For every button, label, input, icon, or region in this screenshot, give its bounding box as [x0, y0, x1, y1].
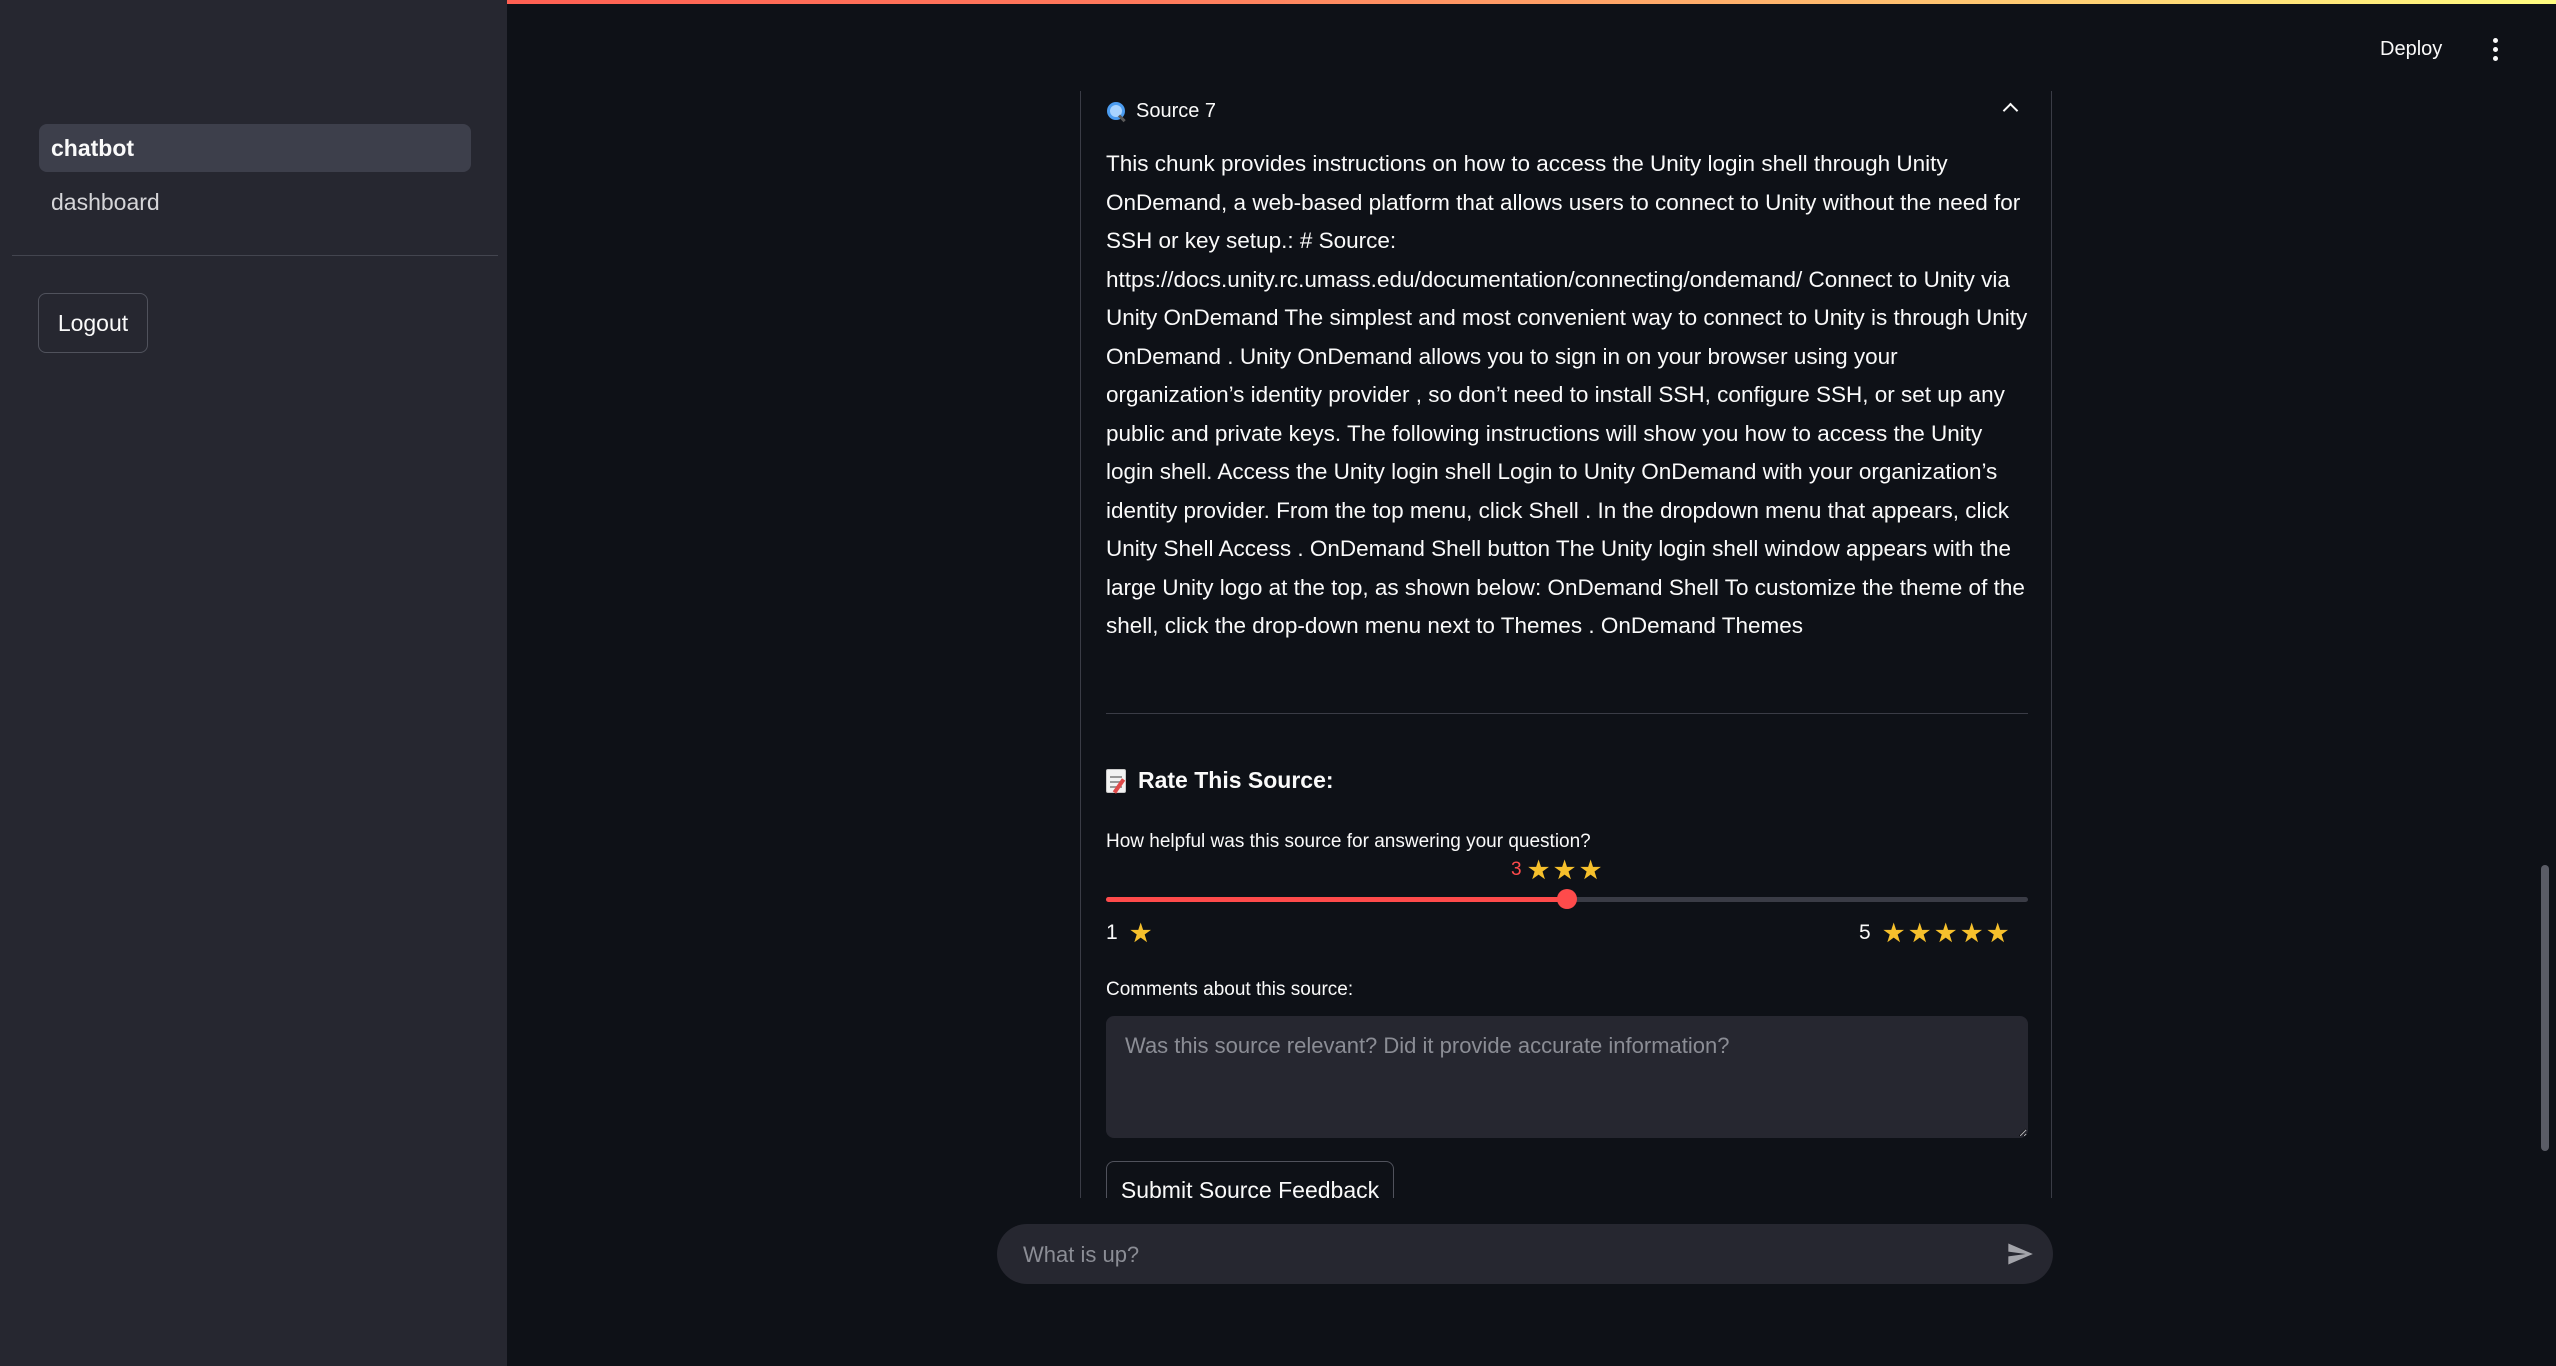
star-icon: [1554, 859, 1575, 880]
magnifying-glass-icon: [1106, 101, 1126, 123]
submit-source-feedback-button[interactable]: Submit Source Feedback: [1106, 1161, 1394, 1198]
star-icon: [1528, 859, 1549, 880]
kebab-menu-icon[interactable]: [2483, 38, 2507, 70]
slider-min-stars: [1130, 922, 1152, 944]
star-icon: [1935, 922, 1957, 943]
rate-heading-text: Rate This Source:: [1138, 767, 1334, 793]
comments-label: Comments about this source:: [1106, 979, 1354, 1000]
divider: [1106, 713, 2028, 714]
page-scrollbar[interactable]: [2541, 865, 2549, 1151]
chat-input[interactable]: [1021, 1224, 1985, 1286]
slider-value-stars: [1528, 859, 1602, 881]
helpfulness-question-label: How helpful was this source for answerin…: [1106, 831, 1591, 852]
chevron-up-icon[interactable]: [2003, 101, 2017, 115]
star-icon: [1580, 859, 1601, 880]
send-icon[interactable]: [2005, 1240, 2035, 1268]
slider-max-stars: [1883, 922, 2009, 944]
slider-max-number: 5: [1859, 921, 1871, 944]
rating-slider-track[interactable]: [1106, 889, 2028, 909]
sidebar: chatbot dashboard Logout: [0, 0, 507, 1366]
source-expander: Source 7 This chunk provides instruction…: [1080, 91, 2052, 1198]
rating-slider-thumb[interactable]: [1557, 889, 1577, 909]
source-title: Source 7: [1136, 99, 1217, 122]
logout-button[interactable]: Logout: [38, 293, 148, 353]
rating-slider-fill: [1106, 897, 1567, 902]
slider-current-value: 3: [1511, 859, 1602, 881]
star-icon: [1883, 922, 1905, 943]
slider-min-number: 1: [1106, 921, 1118, 944]
memo-icon: [1106, 768, 1126, 793]
star-icon: [1961, 922, 1983, 943]
slider-max-label: 5: [1859, 921, 2009, 945]
deploy-button[interactable]: Deploy: [2380, 38, 2442, 61]
star-icon: [1987, 922, 2009, 943]
star-icon: [1130, 922, 1152, 943]
sidebar-item-dashboard[interactable]: dashboard: [39, 178, 471, 226]
chat-input-container: [997, 1224, 2053, 1286]
rate-heading: Rate This Source:: [1106, 767, 1334, 794]
slider-value-number: 3: [1511, 859, 1522, 880]
main-scroll-area[interactable]: Source 7 This chunk provides instruction…: [1080, 91, 2052, 1198]
comments-textarea[interactable]: [1106, 1016, 2028, 1138]
source-chunk-text: This chunk provides instructions on how …: [1106, 151, 2028, 638]
slider-min-label: 1: [1106, 921, 1152, 945]
star-icon: [1909, 922, 1931, 943]
source-expander-header[interactable]: Source 7: [1106, 96, 1216, 126]
sidebar-item-chatbot[interactable]: chatbot: [39, 124, 471, 172]
sidebar-divider: [12, 255, 498, 256]
